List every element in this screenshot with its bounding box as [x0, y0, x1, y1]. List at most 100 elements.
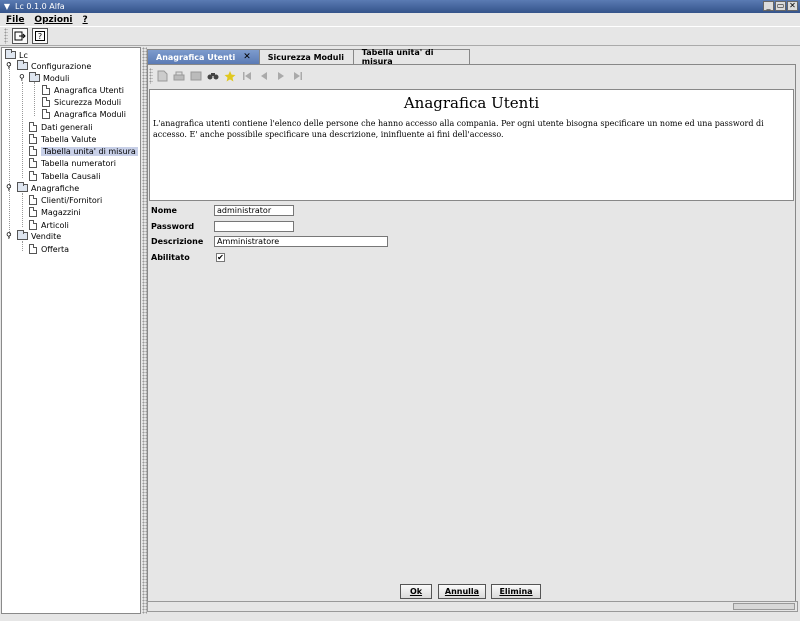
- help-icon: ?: [35, 31, 45, 41]
- tree-node-label: Tabella Valute: [41, 134, 97, 144]
- tree-node-label: Dati generali: [41, 122, 93, 132]
- tree-node-label: Vendite: [31, 231, 62, 241]
- print-button[interactable]: [171, 68, 187, 84]
- menu-help[interactable]: ?: [83, 15, 88, 25]
- tab-sicurezza-moduli[interactable]: Sicurezza Moduli: [258, 49, 354, 64]
- menu-file[interactable]: File: [6, 15, 24, 25]
- tree-node-configurazione[interactable]: Configurazione: [17, 60, 91, 72]
- tree-node-label: Anagrafiche: [31, 183, 80, 193]
- folder-icon: [17, 60, 28, 70]
- tree-node-label: Moduli: [43, 73, 70, 83]
- tree-connector: [22, 82, 23, 178]
- document-icon: [29, 244, 37, 254]
- password-field[interactable]: [214, 221, 294, 232]
- tree-node-offerta[interactable]: Offerta: [29, 243, 69, 255]
- tree-node-moduli[interactable]: Moduli: [29, 72, 69, 84]
- exit-icon: [14, 31, 26, 41]
- tree-node-label: Sicurezza Moduli: [54, 97, 122, 107]
- tree-node-label: Clienti/Fornitori: [41, 195, 103, 205]
- tab-tabella-unita[interactable]: Tabella unita' di misura: [352, 48, 470, 66]
- document-icon: [29, 122, 37, 132]
- expand-toggle-icon[interactable]: ⚲: [19, 74, 26, 82]
- tree-node-anagrafica-moduli[interactable]: Anagrafica Moduli: [42, 108, 126, 120]
- folder-icon: [17, 182, 28, 192]
- next-record-button[interactable]: [273, 68, 289, 84]
- minimize-button[interactable]: _: [763, 1, 774, 11]
- descrizione-field[interactable]: Amministratore: [214, 236, 388, 247]
- record-toolbar: [149, 66, 306, 86]
- tree-node-tabella-valute[interactable]: Tabella Valute: [29, 133, 96, 145]
- new-button[interactable]: [154, 68, 170, 84]
- maximize-button[interactable]: ▭: [775, 1, 786, 11]
- help-button[interactable]: ?: [32, 28, 48, 44]
- last-record-button[interactable]: [290, 68, 306, 84]
- toolbar-grip[interactable]: [4, 28, 8, 44]
- navigation-tree[interactable]: Lc ⚲ Configurazione ⚲ Moduli Anagrafica …: [1, 47, 141, 614]
- elimina-button[interactable]: Elimina: [491, 584, 541, 599]
- tab-label: Anagrafica Utenti: [156, 52, 236, 62]
- tree-node-anagrafiche[interactable]: Anagrafiche: [17, 182, 79, 194]
- prev-icon: [261, 72, 267, 80]
- document-icon: [29, 220, 37, 230]
- list-icon: [190, 71, 202, 81]
- system-menu-icon[interactable]: ▼: [1, 1, 13, 12]
- document-icon: [29, 171, 37, 181]
- previous-record-button[interactable]: [256, 68, 272, 84]
- expand-toggle-icon[interactable]: ⚲: [6, 184, 13, 192]
- close-button[interactable]: ✕: [787, 1, 798, 11]
- tree-node-label: Anagrafica Utenti: [54, 85, 124, 95]
- tree-node-label: Lc: [19, 50, 28, 60]
- expand-toggle-icon[interactable]: ⚲: [6, 232, 13, 240]
- tab-anagrafica-utenti[interactable]: Anagrafica Utenti ✕: [147, 49, 260, 64]
- abilitato-checkbox[interactable]: ✔: [216, 253, 225, 262]
- descrizione-label: Descrizione: [151, 237, 204, 246]
- svg-text:?: ?: [38, 32, 42, 41]
- toolbar-grip[interactable]: [149, 68, 153, 84]
- nome-label: Nome: [151, 206, 177, 215]
- tree-node-clienti-fornitori[interactable]: Clienti/Fornitori: [29, 194, 102, 206]
- document-icon: [29, 158, 37, 168]
- tree-node-label: Tabella numeratori: [41, 158, 116, 168]
- first-icon: [243, 72, 251, 80]
- tree-node-vendite[interactable]: Vendite: [17, 230, 61, 242]
- print-icon: [173, 71, 185, 80]
- content-panel: Anagrafica Utenti ✕ Sicurezza Moduli Tab…: [147, 47, 798, 614]
- first-record-button[interactable]: [239, 68, 255, 84]
- tree-node-sicurezza-moduli[interactable]: Sicurezza Moduli: [42, 96, 121, 108]
- window-title: Lc 0.1.0 Alfa: [15, 2, 65, 11]
- tab-label: Sicurezza Moduli: [267, 52, 344, 62]
- annulla-button[interactable]: Annulla: [438, 584, 486, 599]
- status-bar: [147, 601, 798, 612]
- favorite-button[interactable]: [222, 68, 238, 84]
- folder-icon: [5, 49, 16, 59]
- tab-bar: Anagrafica Utenti ✕ Sicurezza Moduli Tab…: [147, 48, 470, 66]
- tree-node-tabella-causali[interactable]: Tabella Causali: [29, 170, 100, 182]
- title-bar: ▼ Lc 0.1.0 Alfa _ ▭ ✕: [0, 0, 800, 13]
- document-icon: [29, 195, 37, 205]
- tree-node-magazzini[interactable]: Magazzini: [29, 206, 81, 218]
- expand-toggle-icon[interactable]: ⚲: [6, 62, 13, 70]
- document-icon: [29, 207, 37, 217]
- tree-node-label: Offerta: [41, 244, 70, 254]
- main-toolbar: ?: [0, 26, 800, 46]
- nome-field[interactable]: administrator: [214, 205, 294, 216]
- tree-connector: [22, 193, 23, 227]
- exit-button[interactable]: [12, 28, 28, 44]
- tree-node-label: Articoli: [41, 220, 69, 230]
- tree-node-label: Configurazione: [31, 61, 92, 71]
- panel-title: Anagrafica Utenti: [403, 94, 540, 112]
- description-panel: Anagrafica Utenti L'anagrafica utenti co…: [149, 89, 794, 201]
- tree-node-label: Tabella unita' di misura: [41, 146, 138, 156]
- ok-button[interactable]: Ok: [400, 584, 432, 599]
- document-icon: [42, 109, 50, 119]
- find-button[interactable]: [205, 68, 221, 84]
- next-icon: [278, 72, 284, 80]
- tree-node-tabella-numeratori[interactable]: Tabella numeratori: [29, 157, 116, 169]
- list-button[interactable]: [188, 68, 204, 84]
- document-icon: [29, 146, 37, 156]
- menu-opzioni[interactable]: Opzioni: [34, 15, 72, 25]
- tree-node-anagrafica-utenti[interactable]: Anagrafica Utenti: [42, 84, 124, 96]
- tree-node-dati-generali[interactable]: Dati generali: [29, 121, 93, 133]
- close-tab-icon[interactable]: ✕: [243, 52, 251, 62]
- tree-node-tabella-unita[interactable]: Tabella unita' di misura: [29, 145, 138, 157]
